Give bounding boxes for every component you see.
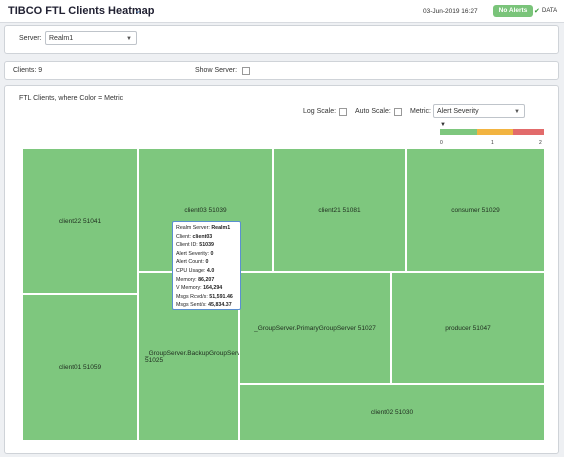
auto-scale-label: Auto Scale: xyxy=(355,108,391,115)
legend-min: 0 xyxy=(440,140,443,146)
heatmap-tile[interactable]: client21 51081 xyxy=(273,148,406,272)
legend-red-segment xyxy=(513,129,544,135)
show-server-label: Show Server: xyxy=(195,67,238,74)
timestamp: 03-Jun-2019 16:27 xyxy=(423,8,478,15)
tooltip-row: Client: client03 xyxy=(176,233,213,240)
server-select-value: Realm1 xyxy=(49,35,74,42)
tooltip-row: Realm Server: Realm1 xyxy=(176,225,231,231)
color-legend xyxy=(440,129,544,135)
alerts-badge[interactable]: No Alerts xyxy=(493,5,533,17)
header-bar: TIBCO FTL Clients Heatmap ⌄ 03-Jun-2019 … xyxy=(0,0,564,23)
legend-yellow-segment xyxy=(477,129,513,135)
tooltip-row: Msgs Sent/s: 45,834.37 xyxy=(176,302,232,309)
tooltip-row: V Memory: 164,294 xyxy=(176,285,223,292)
heatmap-tile[interactable]: client22 51041 xyxy=(22,148,138,294)
heatmap-tile[interactable]: producer 51047 xyxy=(391,272,545,384)
tooltip-row: CPU Usage: 4.0 xyxy=(176,267,215,274)
heatmap-tile[interactable]: client01 51059 xyxy=(22,294,138,441)
legend-green-segment xyxy=(440,129,477,135)
data-status-label: DATA xyxy=(542,8,558,14)
metric-label: Metric: xyxy=(410,108,431,115)
log-scale-checkbox[interactable] xyxy=(339,108,347,116)
tooltip-row: Msgs Rcvd/s: 51,591.46 xyxy=(176,293,233,300)
log-scale-label: Log Scale: xyxy=(303,108,337,115)
title-menu-chevron-icon[interactable]: ⌄ xyxy=(134,5,142,16)
server-filter-panel: Server: Realm1 ▼ xyxy=(4,25,559,54)
server-select[interactable]: Realm1 ▼ xyxy=(45,31,137,45)
heatmap-tile[interactable]: _GroupServer.PrimaryGroupServer 51027 xyxy=(239,272,391,384)
show-server-checkbox[interactable] xyxy=(242,67,250,75)
chevron-down-icon: ▼ xyxy=(514,109,520,115)
heatmap-heading: FTL Clients, where Color = Metric xyxy=(19,95,124,102)
metric-select-value: Alert Severity xyxy=(437,108,479,115)
page-title: TIBCO FTL Clients Heatmap xyxy=(8,5,155,17)
legend-max: 2 xyxy=(539,140,542,146)
legend-marker-icon: ▼ xyxy=(440,122,446,128)
data-status-check-icon: ✔ xyxy=(534,8,540,15)
tooltip-row: Client ID: 51039 xyxy=(176,242,214,249)
legend-mid: 1 xyxy=(491,140,494,146)
chevron-down-icon: ▼ xyxy=(126,36,132,42)
summary-panel: Clients: 9 Show Server: xyxy=(4,61,559,80)
heatmap-tile[interactable]: consumer 51029 xyxy=(406,148,545,272)
tooltip-row: Memory: 86,207 xyxy=(176,276,215,283)
server-label: Server: xyxy=(19,35,42,42)
metric-select[interactable]: Alert Severity ▼ xyxy=(433,104,525,118)
tooltip-row: Alert Severity: 0 xyxy=(176,250,214,257)
heatmap-tile[interactable]: client02 51030 xyxy=(239,384,545,441)
tooltip-row: Alert Count: 0 xyxy=(176,259,209,266)
clients-count: Clients: 9 xyxy=(13,67,43,74)
tile-tooltip: Realm Server: Realm1 Client: client03 Cl… xyxy=(172,221,241,310)
auto-scale-checkbox[interactable] xyxy=(394,108,402,116)
